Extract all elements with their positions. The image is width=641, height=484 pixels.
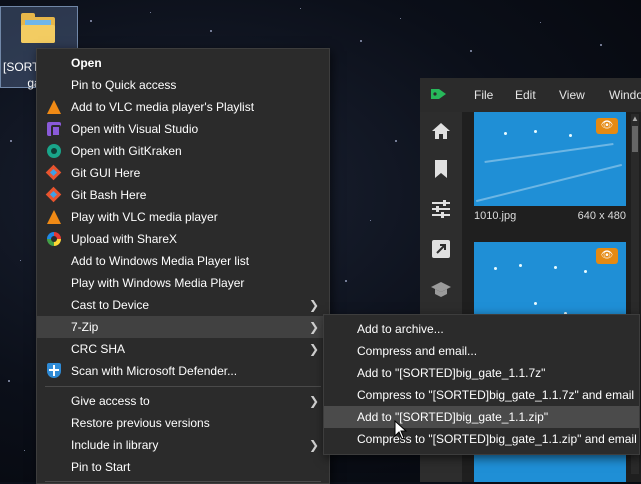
- mouse-cursor-icon: [394, 420, 408, 440]
- defender-icon: [46, 363, 62, 379]
- gitkraken-icon: [46, 143, 62, 159]
- menu-item-label: Play with Windows Media Player: [71, 276, 245, 290]
- sharex-icon: [46, 231, 62, 247]
- menu-item-label: Compress to "[SORTED]big_gate_1.1.7z" an…: [357, 388, 635, 402]
- menu-item-wmp-list[interactable]: Add to Windows Media Player list: [37, 250, 329, 272]
- folder-icon: [21, 13, 55, 43]
- menu-item-include-library[interactable]: Include in library ❯: [37, 434, 329, 456]
- menu-item-label: Git Bash Here: [71, 188, 147, 202]
- menu-item-label: Pin to Quick access: [71, 78, 177, 92]
- vlc-icon: [46, 99, 62, 115]
- menu-item-label: Give access to: [71, 394, 150, 408]
- menu-item-vlc-play[interactable]: Play with VLC media player: [37, 206, 329, 228]
- submenu-item-compress-7z-email[interactable]: Compress to "[SORTED]big_gate_1.1.7z" an…: [324, 384, 639, 406]
- menu-item-sharex[interactable]: Upload with ShareX: [37, 228, 329, 250]
- menu-view[interactable]: View: [559, 88, 585, 102]
- scroll-thumb[interactable]: [632, 126, 638, 152]
- chevron-right-icon: ❯: [308, 394, 319, 408]
- menu-item-label: Git GUI Here: [71, 166, 141, 180]
- context-menu: Open Pin to Quick access Add to VLC medi…: [36, 48, 330, 484]
- menu-item-label: Add to "[SORTED]big_gate_1.1.zip": [357, 410, 549, 424]
- chevron-right-icon: ❯: [308, 320, 319, 334]
- chevron-right-icon: ❯: [308, 438, 319, 452]
- menu-item-wmp-play[interactable]: Play with Windows Media Player: [37, 272, 329, 294]
- menu-item-label: Add to Windows Media Player list: [71, 254, 250, 268]
- menu-item-label: Upload with ShareX: [71, 232, 178, 246]
- thumbnail-image[interactable]: 👁: [474, 112, 626, 206]
- menu-edit[interactable]: Edit: [515, 88, 536, 102]
- menu-item-open[interactable]: Open: [37, 52, 329, 74]
- menu-item-label: CRC SHA: [71, 342, 126, 356]
- menu-item-give-access[interactable]: Give access to ❯: [37, 390, 329, 412]
- menu-file[interactable]: File: [474, 88, 493, 102]
- submenu-item-add-7z[interactable]: Add to "[SORTED]big_gate_1.1.7z": [324, 362, 639, 384]
- sliders-icon[interactable]: [429, 198, 453, 222]
- menu-item-label: 7-Zip: [71, 320, 99, 334]
- submenu-item-add-to-archive[interactable]: Add to archive...: [324, 318, 639, 340]
- menu-item-visual-studio[interactable]: Open with Visual Studio: [37, 118, 329, 140]
- app-menubar: File Edit View Windo: [420, 78, 641, 112]
- eye-icon[interactable]: 👁: [596, 248, 618, 264]
- menu-item-pin-start[interactable]: Pin to Start: [37, 456, 329, 478]
- chevron-right-icon: ❯: [308, 298, 319, 312]
- menu-item-label: Scan with Microsoft Defender...: [71, 364, 238, 378]
- submenu-item-compress-email[interactable]: Compress and email...: [324, 340, 639, 362]
- menu-item-label: Open with GitKraken: [71, 144, 182, 158]
- menu-item-git-gui[interactable]: Git GUI Here: [37, 162, 329, 184]
- graduation-cap-icon[interactable]: [429, 278, 453, 302]
- menu-item-label: Play with VLC media player: [71, 210, 218, 224]
- bookmark-icon[interactable]: [429, 158, 453, 182]
- tag-logo-icon: [431, 89, 446, 99]
- menu-item-git-bash[interactable]: Git Bash Here: [37, 184, 329, 206]
- menu-item-label: Add to archive...: [357, 322, 444, 336]
- submenu-7zip: Add to archive... Compress and email... …: [323, 314, 640, 455]
- eye-icon[interactable]: 👁: [596, 118, 618, 134]
- thumbnail-dimensions: 640 x 480: [577, 210, 626, 222]
- chevron-right-icon: ❯: [308, 342, 319, 356]
- submenu-item-add-zip[interactable]: Add to "[SORTED]big_gate_1.1.zip": [324, 406, 639, 428]
- menu-item-label: Include in library: [71, 438, 159, 452]
- menu-item-pin-quick-access[interactable]: Pin to Quick access: [37, 74, 329, 96]
- thumbnail-image[interactable]: [474, 453, 626, 482]
- git-gui-icon: [45, 164, 62, 181]
- menu-item-restore-versions[interactable]: Restore previous versions: [37, 412, 329, 434]
- submenu-item-compress-zip-email[interactable]: Compress to "[SORTED]big_gate_1.1.zip" a…: [324, 428, 639, 450]
- home-icon[interactable]: [429, 120, 453, 144]
- menu-item-vlc-playlist[interactable]: Add to VLC media player's Playlist: [37, 96, 329, 118]
- git-bash-icon: [45, 186, 62, 203]
- menu-item-label: Add to VLC media player's Playlist: [71, 100, 255, 114]
- visual-studio-icon: [46, 121, 62, 137]
- thumbnail-filename: 1010.jpg: [474, 210, 517, 222]
- menu-item-defender-scan[interactable]: Scan with Microsoft Defender...: [37, 360, 329, 382]
- menu-item-cast-to-device[interactable]: Cast to Device ❯: [37, 294, 329, 316]
- scroll-up-icon[interactable]: ▲: [631, 114, 639, 124]
- menu-item-label: Cast to Device: [71, 298, 150, 312]
- menu-item-crc-sha[interactable]: CRC SHA ❯: [37, 338, 329, 360]
- menu-item-label: Open: [71, 56, 102, 70]
- menu-item-label: Compress and email...: [357, 344, 478, 358]
- thumbnail-caption: 1010.jpg 640 x 480: [474, 210, 626, 222]
- menu-item-label: Add to "[SORTED]big_gate_1.1.7z": [357, 366, 546, 380]
- menu-separator: [45, 386, 321, 387]
- menu-item-7zip[interactable]: 7-Zip ❯: [37, 316, 329, 338]
- menu-item-gitkraken[interactable]: Open with GitKraken: [37, 140, 329, 162]
- menu-window[interactable]: Windo: [609, 88, 641, 102]
- external-link-icon[interactable]: [429, 238, 453, 262]
- menu-item-label: Open with Visual Studio: [71, 122, 199, 136]
- menu-item-label: Restore previous versions: [71, 416, 210, 430]
- vlc-icon: [46, 209, 62, 225]
- menu-item-label: Pin to Start: [71, 460, 131, 474]
